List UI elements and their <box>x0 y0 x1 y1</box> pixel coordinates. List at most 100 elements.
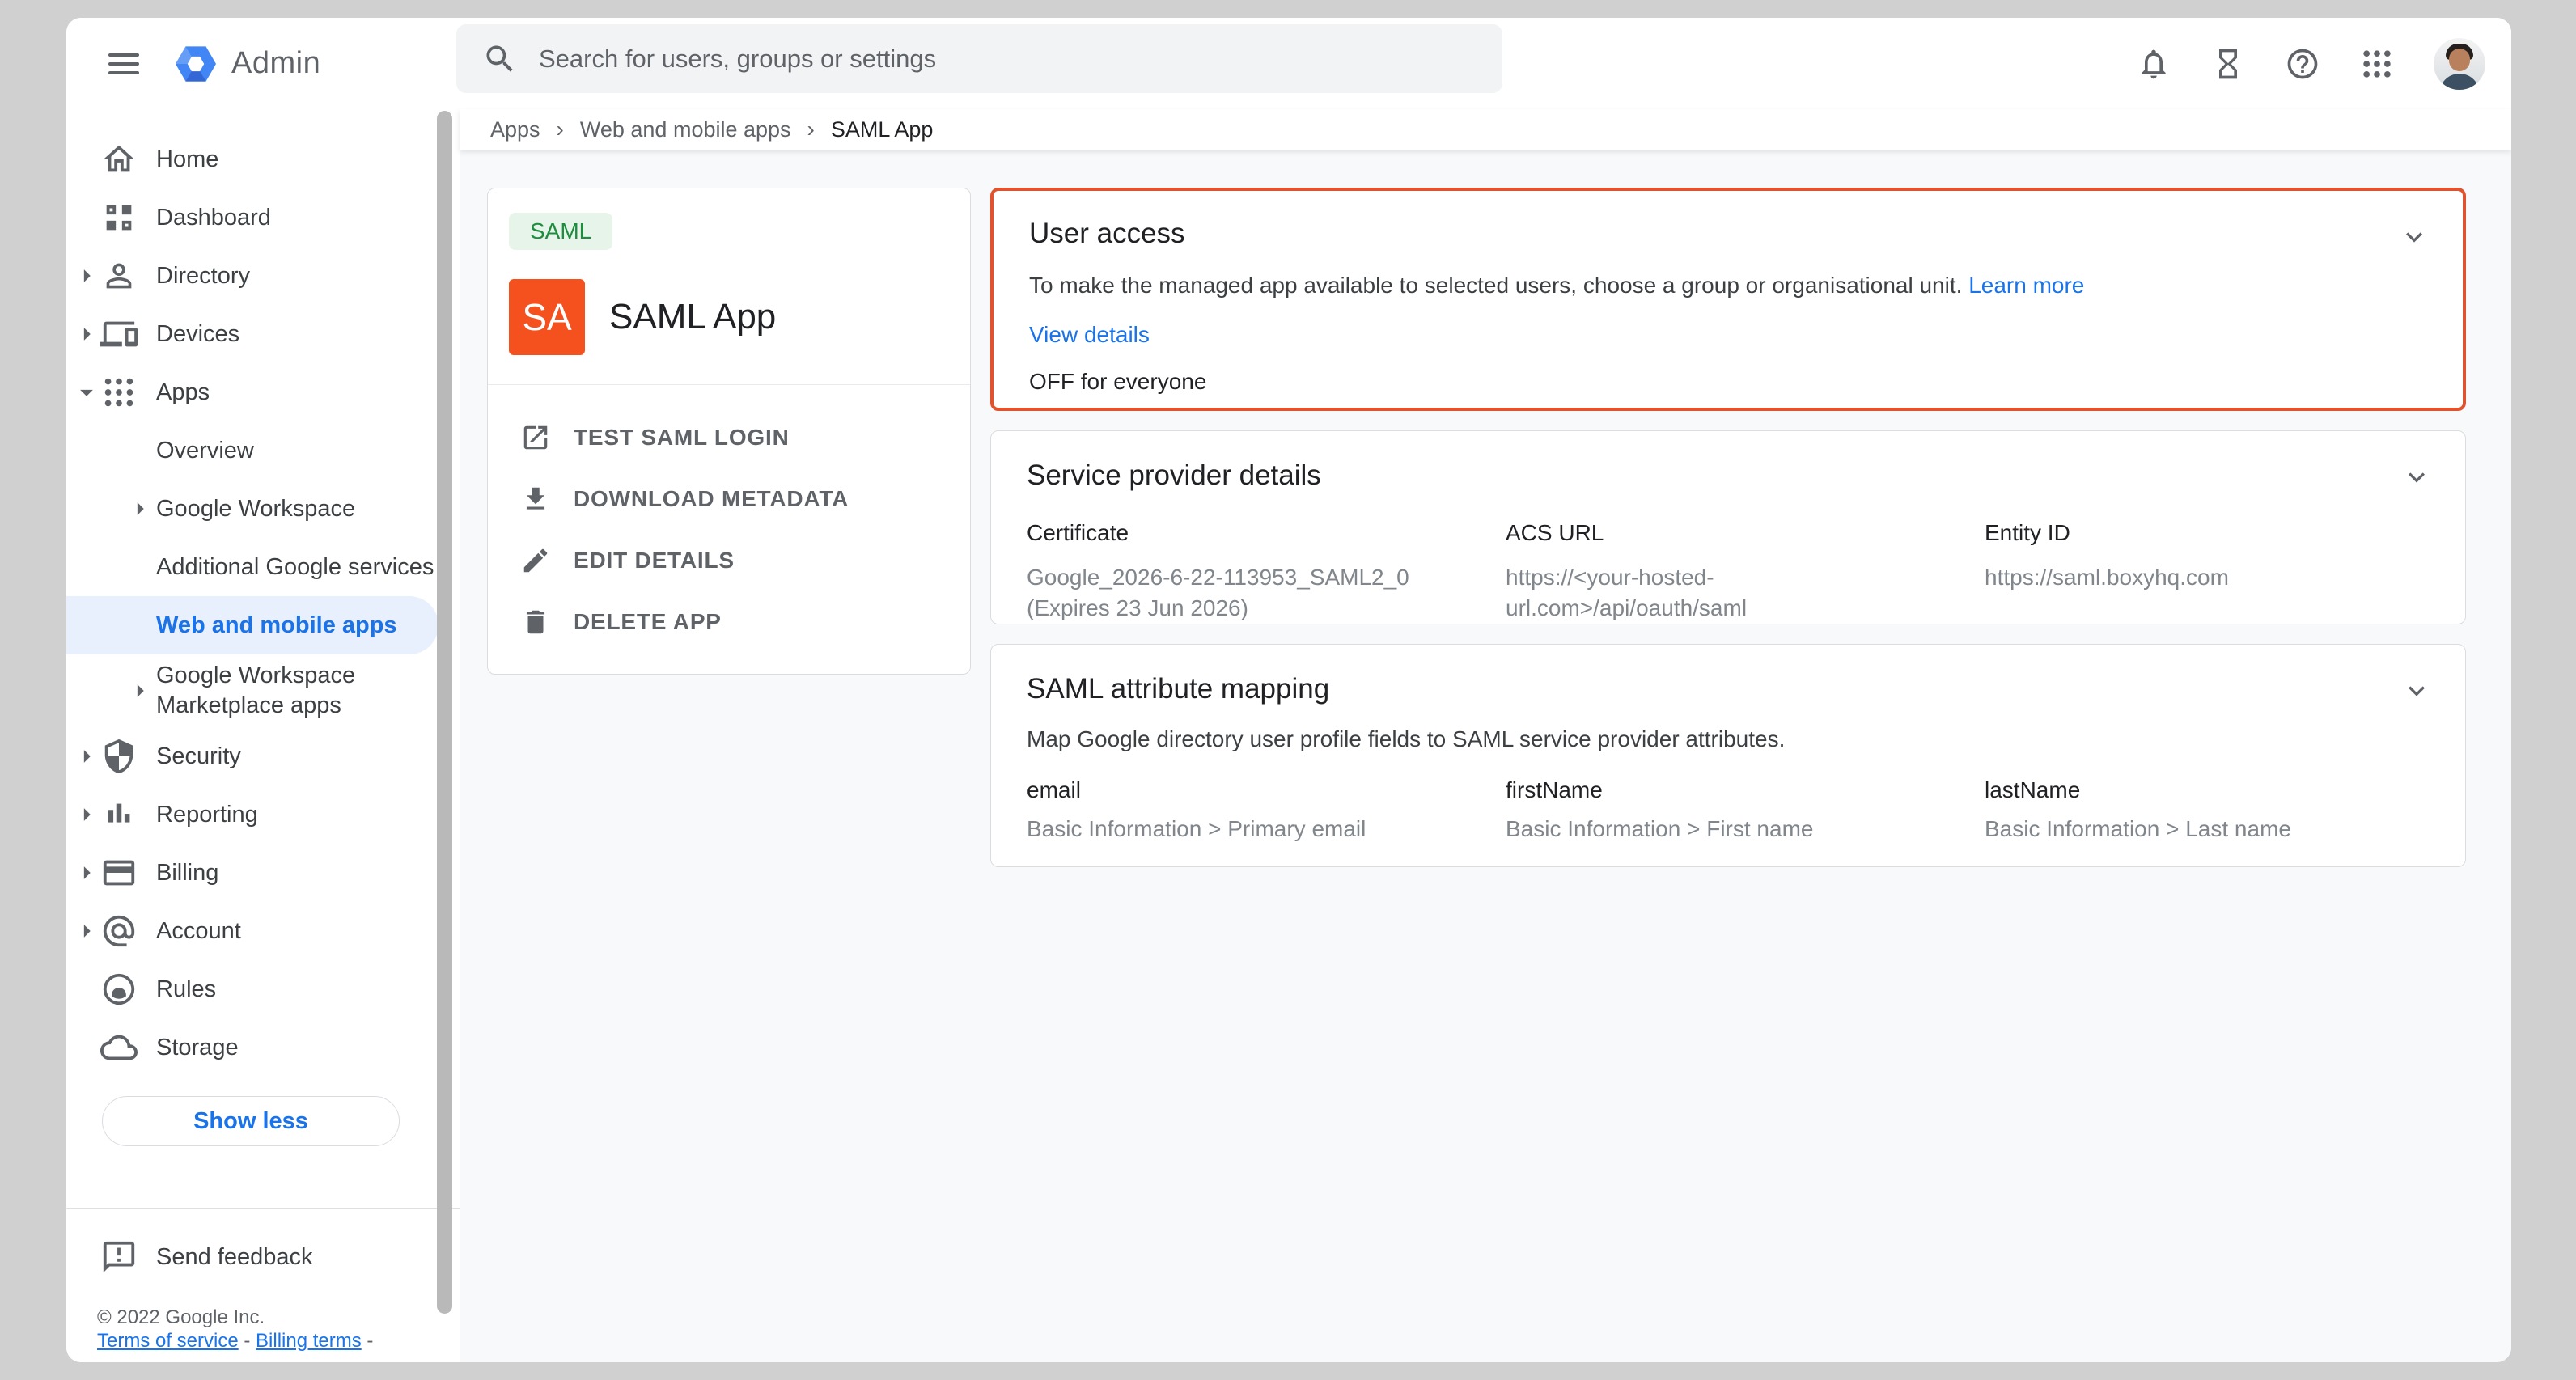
sidebar-item-reporting[interactable]: Reporting <box>66 785 460 844</box>
arrow-right-icon <box>71 857 102 888</box>
app-title: SAML App <box>609 297 776 337</box>
sidebar-item-storage[interactable]: Storage <box>66 1018 460 1077</box>
sidebar-item-devices[interactable]: Devices <box>66 305 460 363</box>
home-icon <box>100 141 138 178</box>
breadcrumb: Apps › Web and mobile apps › SAML App <box>460 109 2511 150</box>
app-actions: TEST SAML LOGIN DOWNLOAD METADATA EDIT D… <box>488 385 970 653</box>
user-access-status: OFF for everyone <box>1029 369 2427 395</box>
sidebar-item-account[interactable]: Account <box>66 902 460 960</box>
rules-icon <box>100 971 138 1008</box>
field-value: (Expires 23 Jun 2026) <box>1027 593 1506 624</box>
sidebar-item-billing[interactable]: Billing <box>66 844 460 902</box>
pencil-icon <box>520 545 551 576</box>
sidebar-item-home[interactable]: Home <box>66 130 460 188</box>
sidebar-item-overview[interactable]: Overview <box>66 421 460 480</box>
sidebar-item-label: Google Workspace <box>156 496 355 523</box>
field-value: Google_2026-6-22-113953_SAML2_0 <box>1027 562 1506 593</box>
attribute-mapping-description: Map Google directory user profile fields… <box>1027 726 2430 753</box>
help-button[interactable] <box>2282 43 2324 85</box>
bell-icon <box>2136 46 2171 82</box>
sidebar-item-web-and-mobile-apps[interactable]: Web and mobile apps <box>66 596 439 654</box>
footer-link-separator: - <box>244 1330 250 1352</box>
field-label: email <box>1027 777 1506 803</box>
sidebar-item-apps[interactable]: Apps <box>66 363 460 421</box>
field-value: https://<your-hosted- <box>1506 562 1985 593</box>
sidebar-item-label: Rules <box>156 976 216 1003</box>
chevron-down-icon <box>2400 675 2433 707</box>
entity-id-field: Entity ID https://saml.boxyhq.com <box>1985 520 2430 624</box>
avatar-shirt <box>2439 74 2480 90</box>
header-actions <box>2133 38 2511 90</box>
devices-icon <box>100 315 138 353</box>
arrow-right-icon <box>71 799 102 830</box>
arrow-right-icon <box>125 675 155 706</box>
feedback-icon <box>100 1238 138 1276</box>
user-access-expand-button[interactable] <box>2396 220 2432 256</box>
chevron-down-icon <box>2400 461 2433 493</box>
breadcrumb-apps[interactable]: Apps <box>490 117 540 142</box>
sidebar-item-rules[interactable]: Rules <box>66 960 460 1018</box>
menu-button[interactable] <box>108 46 144 82</box>
sidebar-item-security[interactable]: Security <box>66 727 460 785</box>
app-summary-card: SAML SA SAML App TEST SAML LOGIN DO <box>487 188 971 675</box>
sidebar-item-dashboard[interactable]: Dashboard <box>66 188 460 247</box>
account-avatar[interactable] <box>2434 38 2485 90</box>
terms-of-service-link[interactable]: Terms of service <box>97 1330 239 1352</box>
field-label: Certificate <box>1027 520 1506 546</box>
user-access-card[interactable]: User access To make the managed app avai… <box>990 188 2466 411</box>
avatar-face <box>2449 49 2470 71</box>
download-icon <box>520 484 551 514</box>
breadcrumb-web-and-mobile-apps[interactable]: Web and mobile apps <box>580 117 791 142</box>
lastname-mapping-field: lastName Basic Information > Last name <box>1985 777 2430 842</box>
email-mapping-field: email Basic Information > Primary email <box>1027 777 1506 842</box>
attribute-mapping-title: SAML attribute mapping <box>1027 672 2430 706</box>
app-avatar: SA <box>509 279 585 355</box>
bar-chart-icon <box>100 796 138 833</box>
action-label: EDIT DETAILS <box>574 548 735 574</box>
delete-app-button[interactable]: DELETE APP <box>488 591 970 653</box>
sidebar-item-label: Dashboard <box>156 205 271 231</box>
arrow-right-icon <box>71 319 102 349</box>
sidebar: Home Dashboard Directory Devices <box>66 109 460 1362</box>
sidebar-item-marketplace-apps[interactable]: Google Workspace Marketplace apps <box>66 654 460 727</box>
billing-terms-link[interactable]: Billing terms <box>256 1330 362 1352</box>
attribute-mapping-expand-button[interactable] <box>2399 674 2434 709</box>
learn-more-link[interactable]: Learn more <box>1968 273 2084 298</box>
field-value: Basic Information > First name <box>1506 816 1985 842</box>
field-label: Entity ID <box>1985 520 2430 546</box>
sidebar-scrollbar[interactable] <box>437 111 452 1314</box>
at-icon <box>100 912 138 950</box>
sidebar-item-label: Additional Google services <box>156 554 434 581</box>
arrow-right-icon <box>125 493 155 524</box>
download-metadata-button[interactable]: DOWNLOAD METADATA <box>488 468 970 530</box>
open-in-new-icon <box>520 422 551 453</box>
sidebar-item-google-workspace[interactable]: Google Workspace <box>66 480 460 538</box>
edit-details-button[interactable]: EDIT DETAILS <box>488 530 970 591</box>
service-provider-expand-button[interactable] <box>2399 460 2434 496</box>
app-launcher-button[interactable] <box>2356 43 2398 85</box>
search-bar[interactable] <box>456 24 1502 93</box>
attribute-mapping-card[interactable]: SAML attribute mapping Map Google direct… <box>990 644 2466 867</box>
test-saml-login-button[interactable]: TEST SAML LOGIN <box>488 407 970 468</box>
saml-badge: SAML <box>509 213 612 250</box>
sidebar-item-label: Apps <box>156 379 210 406</box>
copyright-text: © 2022 Google Inc. <box>97 1306 460 1329</box>
sidebar-item-additional-google-services[interactable]: Additional Google services <box>66 538 460 596</box>
send-feedback-button[interactable]: Send feedback <box>66 1209 460 1306</box>
sidebar-item-label: Billing <box>156 860 218 887</box>
field-value: Basic Information > Primary email <box>1027 816 1506 842</box>
pending-tasks-button[interactable] <box>2207 43 2249 85</box>
search-input[interactable] <box>539 44 1429 74</box>
sidebar-spacer <box>66 1146 460 1208</box>
view-details-link[interactable]: View details <box>1029 322 1150 348</box>
credit-card-icon <box>100 854 138 891</box>
sidebar-item-directory[interactable]: Directory <box>66 247 460 305</box>
settings-column: User access To make the managed app avai… <box>990 188 2466 1362</box>
sidebar-item-label: Account <box>156 918 241 945</box>
service-provider-card[interactable]: Service provider details Certificate Goo… <box>990 430 2466 624</box>
certificate-field: Certificate Google_2026-6-22-113953_SAML… <box>1027 520 1506 624</box>
notifications-button[interactable] <box>2133 43 2175 85</box>
action-label: TEST SAML LOGIN <box>574 425 790 451</box>
help-icon <box>2285 46 2320 82</box>
show-less-button[interactable]: Show less <box>102 1096 400 1146</box>
